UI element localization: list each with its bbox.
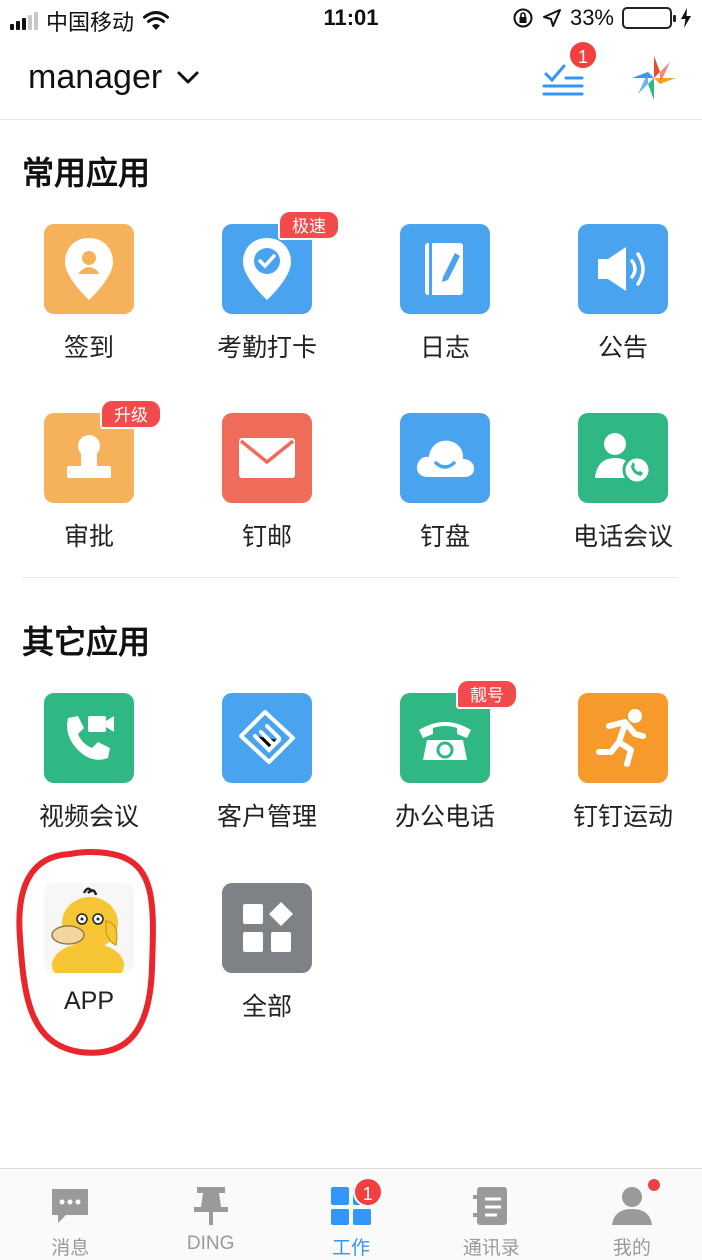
dingtalk-logo-icon: [632, 56, 676, 100]
app-phone-conference[interactable]: 电话会议: [534, 413, 702, 583]
app-label: 电话会议: [572, 523, 673, 551]
sport-icon: [578, 693, 668, 783]
annotation-circle: [16, 849, 156, 1056]
announcement-icon: [578, 224, 668, 314]
section-title-common: 常用应用: [22, 155, 151, 191]
message-icon: [52, 1189, 89, 1223]
tab-label: 通讯录: [462, 1238, 520, 1259]
section-divider: [22, 577, 678, 578]
app-mail[interactable]: 钉邮: [178, 413, 356, 583]
battery-percent: 33%: [569, 5, 614, 30]
app-announcement[interactable]: 公告: [534, 224, 702, 394]
tab-label: 工作: [332, 1238, 371, 1259]
tab-contacts[interactable]: 通讯录: [421, 1169, 561, 1260]
app-label: 公告: [597, 334, 648, 362]
ding-pin-icon: [193, 1187, 228, 1225]
tab-profile[interactable]: 我的: [562, 1169, 702, 1260]
app-label: 钉钉运动: [572, 803, 673, 831]
status-bar: 中国移动 11:01 33%: [0, 0, 702, 36]
section-title-other: 其它应用: [22, 624, 151, 660]
app-label: 全部: [241, 993, 292, 1021]
rotation-lock-icon: [513, 8, 533, 28]
org-name: manager: [28, 58, 163, 96]
tab-bar: 消息 DING 1 工作 通讯录 我的: [0, 1168, 702, 1260]
app-sport[interactable]: 钉钉运动: [534, 693, 702, 863]
speed-tag: 极速: [278, 210, 340, 240]
app-approval[interactable]: 升级 审批: [0, 399, 178, 583]
app-drive[interactable]: 钉盘: [356, 413, 534, 583]
profile-notification-dot: [645, 1177, 662, 1193]
app-label: 钉盘: [419, 523, 470, 551]
app-video-conference[interactable]: 视频会议: [0, 693, 178, 863]
app-label: 视频会议: [38, 803, 139, 831]
dingtalk-logo-button[interactable]: [630, 54, 678, 102]
app-label: 办公电话: [394, 803, 495, 831]
phone-conference-icon: [578, 413, 668, 503]
app-office-phone[interactable]: 靓号 办公电话: [356, 679, 534, 863]
tab-messages[interactable]: 消息: [0, 1169, 140, 1260]
customer-management-icon: [222, 693, 312, 783]
header: manager 1: [0, 36, 702, 120]
org-switcher[interactable]: manager: [28, 58, 200, 97]
todo-button[interactable]: 1: [538, 40, 598, 100]
upgrade-tag: 升级: [100, 399, 162, 429]
status-right: 33%: [512, 5, 692, 31]
app-attendance[interactable]: 极速 考勤打卡: [178, 210, 356, 394]
app-label: 审批: [63, 523, 114, 551]
mail-icon: [222, 413, 312, 503]
tab-work[interactable]: 1 工作: [281, 1169, 421, 1260]
app-label: 客户管理: [216, 803, 317, 831]
app-customer-management[interactable]: 客户管理: [178, 693, 356, 863]
tab-label: 我的: [612, 1238, 651, 1259]
location-icon: [542, 9, 561, 27]
video-conference-icon: [44, 693, 134, 783]
all-apps-icon: [222, 883, 312, 973]
app-label: 日志: [419, 334, 470, 362]
work-badge: 1: [352, 1177, 383, 1207]
battery-icon: [622, 7, 676, 29]
todo-badge: 1: [568, 40, 598, 70]
app-label: 签到: [63, 334, 114, 362]
chevron-down-icon: [177, 71, 199, 83]
tab-label: 消息: [51, 1238, 90, 1259]
contacts-icon: [473, 1187, 508, 1225]
app-label: 考勤打卡: [216, 334, 317, 362]
log-icon: [400, 224, 490, 314]
app-label: 钉邮: [241, 523, 292, 551]
premium-number-tag: 靓号: [456, 679, 518, 709]
charging-icon: [681, 8, 691, 28]
app-all[interactable]: 全部: [178, 883, 356, 1053]
app-checkin[interactable]: 签到: [0, 224, 178, 394]
tab-ding[interactable]: DING: [140, 1169, 280, 1260]
tab-label: DING: [186, 1233, 235, 1254]
cloud-drive-icon: [400, 413, 490, 503]
checkin-icon: [44, 224, 134, 314]
app-log[interactable]: 日志: [356, 224, 534, 394]
